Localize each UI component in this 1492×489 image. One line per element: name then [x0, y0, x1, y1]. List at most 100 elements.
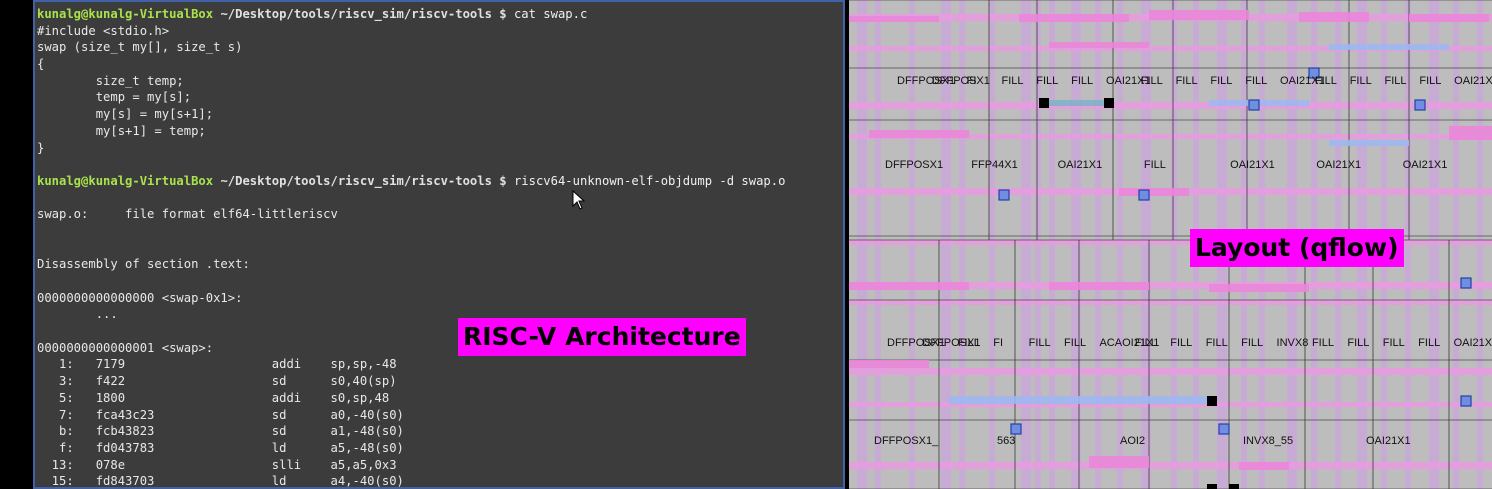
terminal-output-line: my[s] = my[s+1]; — [37, 107, 214, 122]
cell-label: DFFPOSX1 — [932, 75, 990, 87]
terminal-output-line: my[s+1] = temp; — [37, 123, 206, 138]
metal-block — [1049, 42, 1149, 48]
cell-label: FILL — [1241, 337, 1263, 349]
terminal-output: kunalg@kunalg-VirtualBox ~/Desktop/tools… — [37, 6, 785, 489]
routing-wire — [1329, 44, 1449, 50]
metal-block — [1449, 126, 1492, 140]
cell-label: DFFPOSX1 — [885, 159, 943, 171]
terminal-output-line: size_t temp; — [37, 73, 184, 88]
terminal-output-line: b: fcb43823 sd a1,-48(s0) — [37, 424, 404, 439]
terminal-output-line: temp = my[s]; — [37, 90, 192, 105]
cell-label: FILL — [1029, 337, 1051, 349]
routing-wire — [949, 396, 1214, 404]
black-contact — [1229, 484, 1239, 489]
terminal-output-line: #include <stdio.h> — [37, 23, 170, 38]
cell-label: FILL — [1383, 337, 1405, 349]
metal-block — [1149, 10, 1249, 20]
prompt-command: riscv64-unknown-elf-objdump -d swap.o — [506, 173, 786, 188]
via-contact — [1248, 99, 1260, 111]
metal-block — [849, 16, 939, 22]
terminal-output-line: swap (size_t my[], size_t s) — [37, 40, 243, 55]
via-contact — [998, 189, 1010, 201]
cell-label: OAI21X1 — [1230, 159, 1275, 171]
cell-label: INVX8_55 — [1243, 435, 1293, 447]
terminal-output-line: 5: 1800 addi s0,sp,48 — [37, 390, 390, 405]
cell-label: FILL — [1315, 75, 1337, 87]
terminal-output-line: 1: 7179 addi sp,sp,-48 — [37, 357, 397, 372]
terminal-output-line: swap.o: file format elf64-littleriscv — [37, 207, 338, 222]
cell-label: OAI21X1 — [1316, 159, 1361, 171]
cell-label: FI — [967, 75, 977, 87]
riscv-architecture-label: RISC-V Architecture — [458, 318, 746, 356]
cell-label: FILL — [1210, 75, 1232, 87]
prompt-command: cat swap.c — [506, 7, 588, 21]
cell-label: FILL — [1206, 337, 1228, 349]
power-rail — [849, 368, 1492, 375]
via-contact — [1460, 277, 1472, 289]
cell-label: OAI21X — [1454, 337, 1492, 349]
terminal-output-line: 0000000000000000 <swap-0x1>: — [37, 290, 243, 305]
cell-label: OAI21X1 — [1403, 159, 1448, 171]
cell-label: 563 — [997, 435, 1015, 447]
metal-block — [1049, 282, 1149, 290]
layout-qflow-label: Layout (qflow) — [1190, 229, 1404, 267]
black-contact — [1207, 484, 1217, 489]
hatch-band — [1049, 100, 1104, 106]
via-contact — [1460, 395, 1472, 407]
prompt-user-host: kunalg@kunalg-VirtualBox — [37, 7, 214, 21]
prompt-path: ~/Desktop/tools/riscv_sim/riscv-tools $ — [213, 7, 507, 21]
power-rail — [849, 102, 1492, 109]
cell-label: DFFPOSX1_ — [874, 435, 939, 447]
terminal-prompt-line: kunalg@kunalg-VirtualBox ~/Desktop/tools… — [37, 173, 785, 190]
terminal-output-line: } — [37, 140, 45, 155]
black-contact — [1207, 396, 1217, 406]
cell-label: OAI21X1 — [1366, 435, 1411, 447]
metal-block — [1299, 12, 1369, 22]
terminal-output-line: 3: f422 sd s0,40(sp) — [37, 374, 397, 389]
metal-block — [849, 360, 929, 368]
routing-wire — [1329, 140, 1409, 146]
cell-label: FILL — [1141, 75, 1163, 87]
metal-block — [1239, 462, 1289, 470]
prompt-user-host: kunalg@kunalg-VirtualBox — [37, 173, 214, 188]
via-contact — [1218, 423, 1230, 435]
metal-block — [849, 282, 969, 290]
power-rail — [849, 300, 1492, 305]
metal-block — [869, 130, 969, 138]
terminal-output-line: { — [37, 57, 45, 72]
mouse-cursor-icon — [572, 190, 586, 210]
terminal-window[interactable]: kunalg@kunalg-VirtualBox ~/Desktop/tools… — [33, 0, 845, 489]
via-contact — [1414, 99, 1426, 111]
cell-label: FILL — [1135, 337, 1157, 349]
cell-label: FILL — [958, 337, 980, 349]
via-contact — [1010, 423, 1022, 435]
terminal-output-line: Disassembly of section .text: — [37, 257, 250, 272]
terminal-output-line: f: fd043783 ld a5,-48(s0) — [37, 440, 404, 455]
cell-label: FILL — [1001, 75, 1023, 87]
cell-label: FILL — [1170, 337, 1192, 349]
cell-label: FILL — [1036, 75, 1058, 87]
cell-label: FILL — [1418, 337, 1440, 349]
prompt-path: ~/Desktop/tools/riscv_sim/riscv-tools $ — [213, 173, 507, 188]
cell-label: FILL — [1419, 75, 1441, 87]
cell-label: FILL — [1144, 159, 1166, 171]
cell-label: AOI2 — [1120, 435, 1145, 447]
cell-label: FILL — [1064, 337, 1086, 349]
terminal-prompt-line: kunalg@kunalg-VirtualBox ~/Desktop/tools… — [37, 6, 785, 23]
via-contact — [1138, 189, 1150, 201]
terminal-output-line: 15: fd843703 ld a4,-40(s0) — [37, 474, 404, 489]
cell-label: OAI21X1 — [1058, 159, 1103, 171]
black-contact — [1104, 98, 1114, 108]
power-rail — [849, 462, 1492, 469]
metal-block — [1019, 14, 1129, 22]
cell-label: OAI21X1 — [1454, 75, 1492, 87]
cell-label: FILL — [1350, 75, 1372, 87]
layout-viewer-panel[interactable]: DFFPOSX1 DFFPOSX1 FI FILL FILL FILL OAI21X1 FIL… — [849, 0, 1492, 489]
metal-block — [1089, 456, 1149, 468]
black-contact — [1039, 98, 1049, 108]
cell-label: FILL — [1071, 75, 1093, 87]
